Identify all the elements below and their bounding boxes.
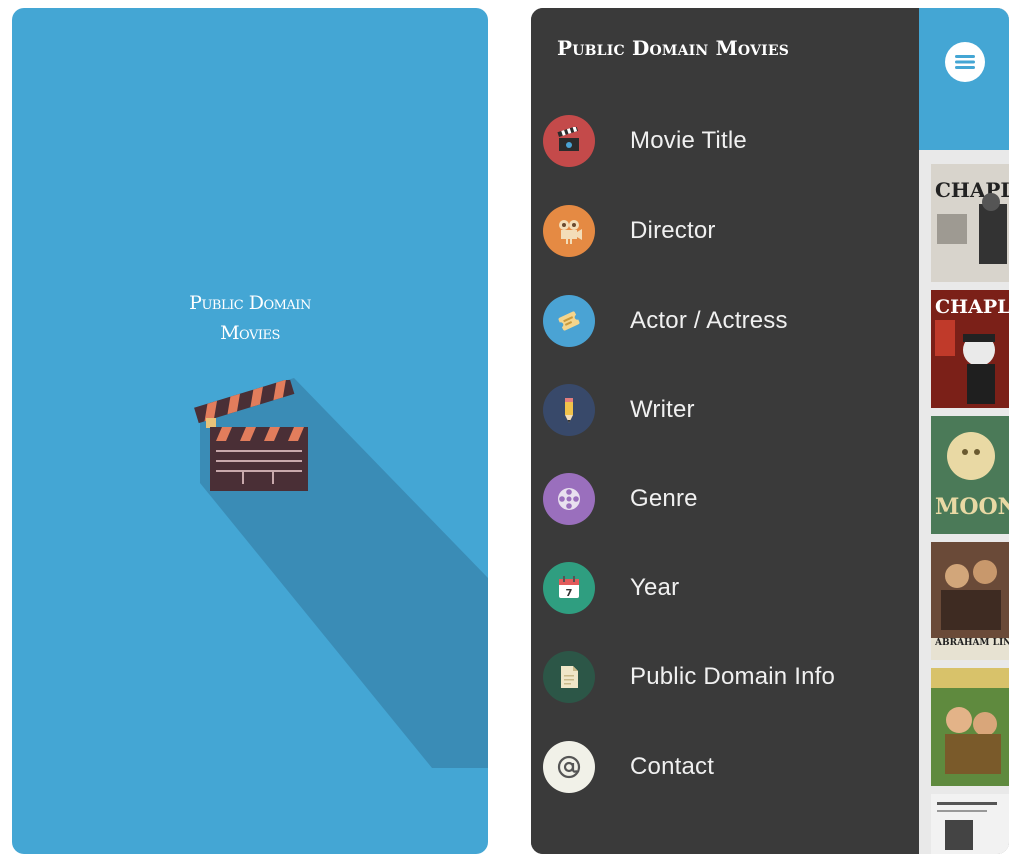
splash-title: Public Domain Movies: [12, 288, 488, 348]
at-sign-icon: [543, 741, 595, 793]
splash-title-line1: Public Domain: [189, 292, 311, 314]
menu-item-label: Actor / Actress: [630, 307, 788, 334]
clapperboard-icon: [194, 380, 308, 491]
menu-item-label: Contact: [630, 753, 715, 780]
menu-item-label: Public Domain Info: [630, 663, 836, 690]
menu-item-year[interactable]: 7 Year: [531, 555, 919, 625]
menu-item-label: Year: [630, 574, 680, 601]
poster-title: MOON: [935, 494, 1009, 520]
hamburger-menu-icon[interactable]: [945, 42, 985, 82]
menu-item-genre[interactable]: Genre: [531, 466, 919, 536]
movie-poster-1[interactable]: CHAPLIN: [931, 164, 1009, 282]
menu-item-writer[interactable]: Writer: [531, 377, 919, 447]
menu-item-label: Director: [630, 217, 716, 244]
app-screen: Public Domain Movies Movie Title Directo…: [531, 8, 1009, 854]
ticket-icon: [543, 295, 595, 347]
splash-title-line2: Movies: [220, 322, 280, 344]
document-icon: [543, 651, 595, 703]
menu-item-director[interactable]: Director: [531, 198, 919, 268]
splash-screen: Public Domain Movies: [12, 8, 488, 854]
navigation-drawer: Public Domain Movies Movie Title Directo…: [531, 8, 919, 854]
menu-item-contact[interactable]: Contact: [531, 734, 919, 804]
movie-camera-icon: [543, 205, 595, 257]
movie-poster-4[interactable]: ABRAHAM LINCOLN: [931, 542, 1009, 660]
menu-item-label: Genre: [630, 485, 698, 512]
movie-poster-2[interactable]: CHAPLIN: [931, 290, 1009, 408]
menu-item-actor-actress[interactable]: Actor / Actress: [531, 288, 919, 358]
movie-poster-3[interactable]: MOON: [931, 416, 1009, 534]
menu-item-public-domain-info[interactable]: Public Domain Info: [531, 644, 919, 714]
top-bar: [919, 8, 1009, 150]
pencil-icon: [543, 384, 595, 436]
menu-item-movie-title[interactable]: Movie Title: [531, 108, 919, 178]
main-content: CHAPLIN CHAPLIN MOON: [919, 8, 1009, 854]
calendar-icon: 7: [543, 562, 595, 614]
clapperboard-icon: [543, 115, 595, 167]
menu-item-label: Writer: [630, 396, 695, 423]
svg-text:7: 7: [566, 588, 573, 599]
movie-poster-5[interactable]: [931, 668, 1009, 786]
drawer-title: Public Domain Movies: [557, 36, 790, 60]
film-reel-icon: [543, 473, 595, 525]
movie-poster-6[interactable]: [931, 794, 1009, 854]
menu-item-label: Movie Title: [630, 127, 747, 154]
poster-title: ABRAHAM LINCOLN: [935, 638, 1009, 648]
